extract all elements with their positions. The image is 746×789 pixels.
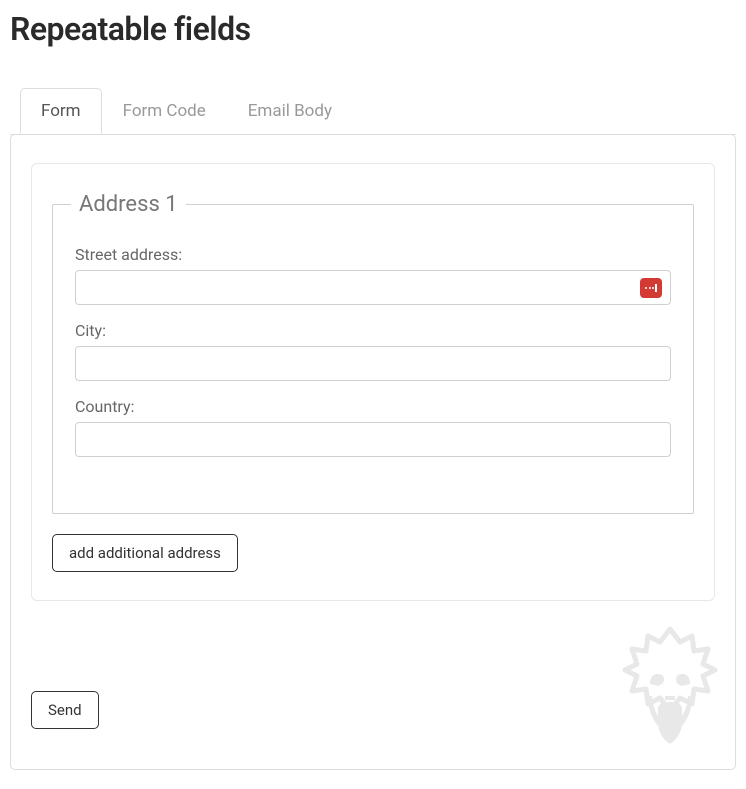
city-label: City: bbox=[75, 321, 671, 340]
tab-form-code[interactable]: Form Code bbox=[102, 88, 227, 134]
tab-content: Address 1 Street address: City: Country: bbox=[10, 134, 736, 770]
country-label: Country: bbox=[75, 397, 671, 416]
street-input[interactable] bbox=[75, 270, 671, 305]
password-manager-icon[interactable] bbox=[640, 278, 662, 298]
send-button[interactable]: Send bbox=[31, 691, 99, 729]
city-input[interactable] bbox=[75, 346, 671, 381]
tab-form[interactable]: Form bbox=[20, 88, 102, 134]
street-row: Street address: bbox=[75, 245, 671, 305]
form-box: Address 1 Street address: City: Country: bbox=[31, 163, 715, 601]
city-row: City: bbox=[75, 321, 671, 381]
page-title: Repeatable fields bbox=[10, 10, 736, 48]
country-row: Country: bbox=[75, 397, 671, 457]
add-address-button[interactable]: add additional address bbox=[52, 534, 238, 572]
street-label: Street address: bbox=[75, 245, 671, 264]
tab-email-body[interactable]: Email Body bbox=[227, 88, 353, 134]
watermark-logo-icon bbox=[620, 624, 720, 764]
address-legend: Address 1 bbox=[71, 192, 186, 217]
country-input[interactable] bbox=[75, 422, 671, 457]
address-fieldset: Address 1 Street address: City: Country: bbox=[52, 192, 694, 514]
tabs: Form Form Code Email Body bbox=[10, 88, 736, 135]
